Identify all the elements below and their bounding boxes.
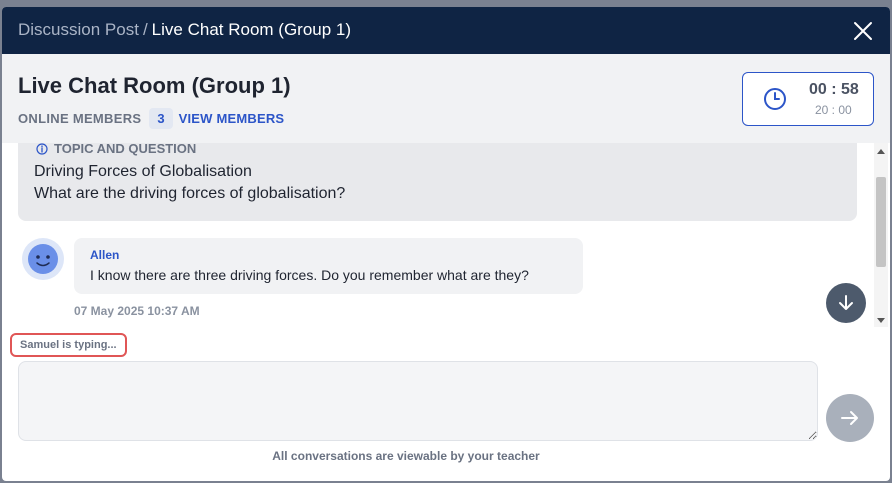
view-members-link[interactable]: VIEW MEMBERS	[179, 111, 285, 126]
timer-elapsed: 00 : 58	[809, 81, 859, 98]
clock-icon	[764, 88, 786, 110]
scroll-to-bottom-button[interactable]	[826, 283, 866, 323]
online-members-count: 3	[149, 107, 173, 129]
message-input[interactable]	[18, 361, 818, 441]
breadcrumb: Discussion Post / Live Chat Room (Group 1)	[18, 20, 351, 40]
chat-messages-area[interactable]: TOPIC AND QUESTION Driving Forces of Glo…	[2, 143, 872, 327]
breadcrumb-separator: /	[142, 20, 148, 39]
close-button[interactable]	[852, 20, 874, 42]
avatar	[22, 238, 64, 280]
send-button[interactable]	[826, 394, 874, 442]
message-author: Allen	[90, 248, 120, 262]
scroll-down-arrow-icon[interactable]	[877, 318, 885, 323]
arrow-right-icon	[841, 411, 858, 425]
arrow-down-icon	[839, 295, 853, 310]
message-bubble: Allen I know there are three driving for…	[74, 238, 583, 294]
topic-heading: TOPIC AND QUESTION	[36, 143, 196, 156]
breadcrumb-current: Live Chat Room (Group 1)	[151, 20, 352, 39]
message-text: I know there are three driving forces. D…	[90, 267, 529, 283]
topic-title: Driving Forces of Globalisation	[34, 163, 252, 180]
room-title: Live Chat Room (Group 1)	[18, 73, 291, 98]
chat-header: Live Chat Room (Group 1) ONLINE MEMBERS …	[2, 54, 890, 143]
scrollbar-thumb[interactable]	[876, 177, 886, 267]
footer-note: All conversations are viewable by your t…	[272, 449, 540, 463]
topic-question: What are the driving forces of globalisa…	[34, 185, 346, 202]
timer-total: 20 : 00	[815, 103, 852, 117]
chat-modal: Discussion Post / Live Chat Room (Group 1)…	[2, 7, 890, 481]
topic-heading-label: TOPIC AND QUESTION	[54, 143, 197, 156]
typing-indicator: Samuel is typing...	[10, 333, 127, 357]
timer-box: 00 : 58 20 : 00	[742, 72, 874, 126]
info-icon	[36, 143, 48, 155]
topic-box: TOPIC AND QUESTION Driving Forces of Glo…	[18, 143, 857, 221]
user-avatar-icon	[28, 244, 58, 274]
message-timestamp: 07 May 2025 10:37 AM	[74, 304, 200, 318]
breadcrumb-parent[interactable]: Discussion Post	[18, 20, 139, 39]
scroll-up-arrow-icon[interactable]	[877, 149, 885, 154]
close-icon	[854, 22, 872, 40]
members-row: ONLINE MEMBERS 3 VIEW MEMBERS	[18, 107, 284, 129]
modal-topbar: Discussion Post / Live Chat Room (Group 1)	[2, 7, 890, 54]
chat-scrollbar[interactable]	[874, 143, 888, 327]
online-members-label: ONLINE MEMBERS	[18, 110, 142, 126]
